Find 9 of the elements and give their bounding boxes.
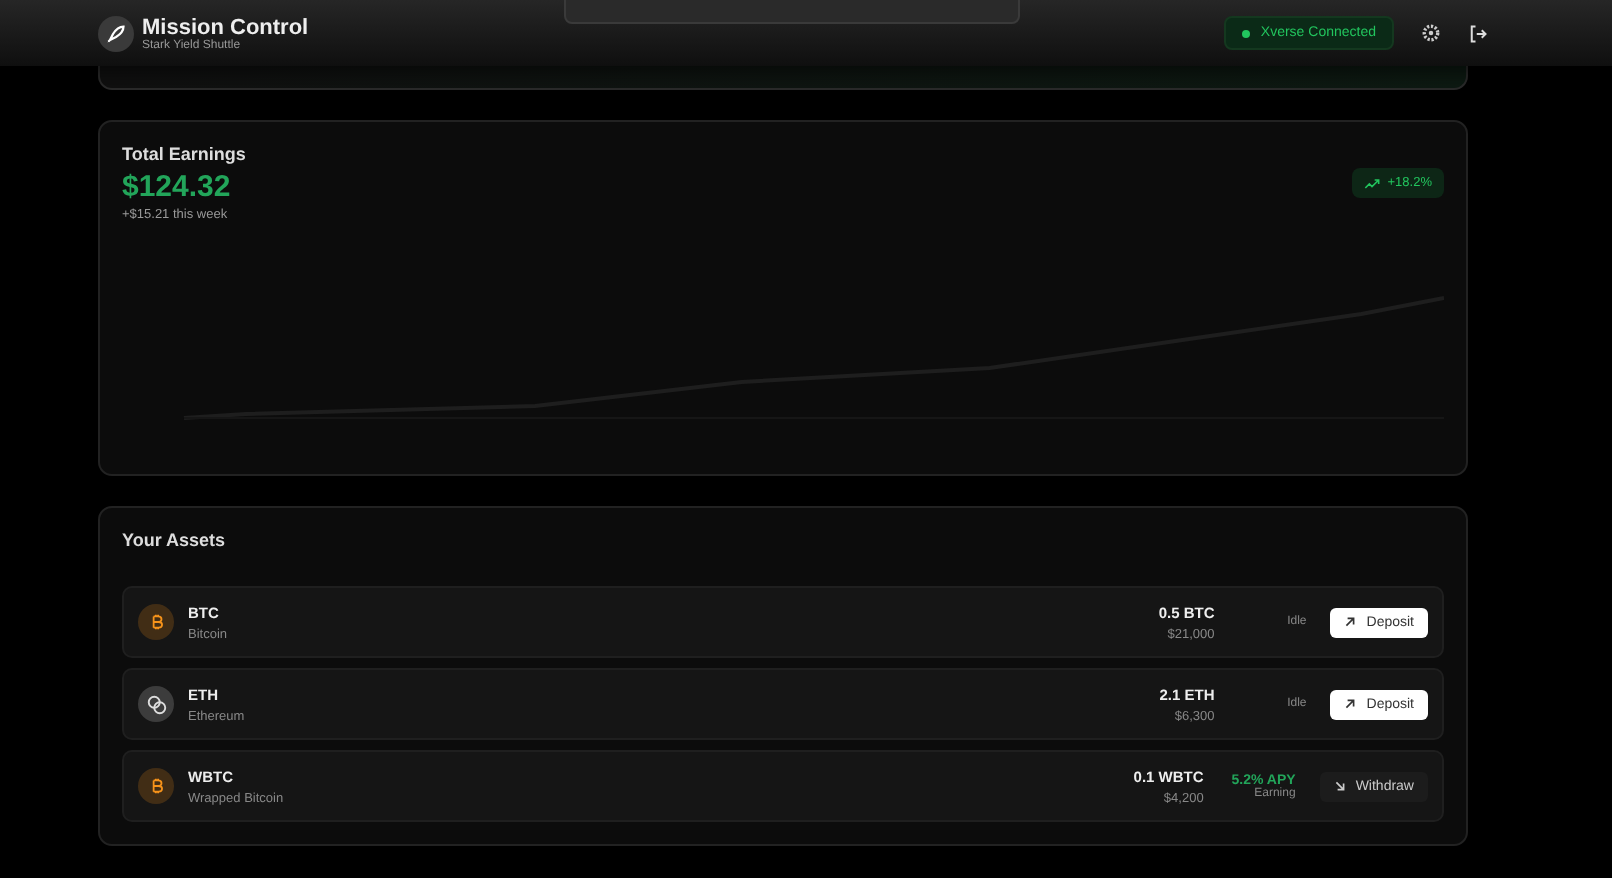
section-title: Your Assets [122,530,228,550]
app-title: Mission Control [142,15,309,39]
earnings-amount: $124.32 [122,170,233,204]
section-title: Total Earnings [122,144,246,164]
settings-icon[interactable] [1422,24,1440,42]
arrow-up-right-icon [1344,616,1357,628]
arrow-down-right-icon [1333,780,1346,792]
arrow-up-right-icon [1344,698,1357,710]
logout-icon[interactable] [1468,23,1488,43]
